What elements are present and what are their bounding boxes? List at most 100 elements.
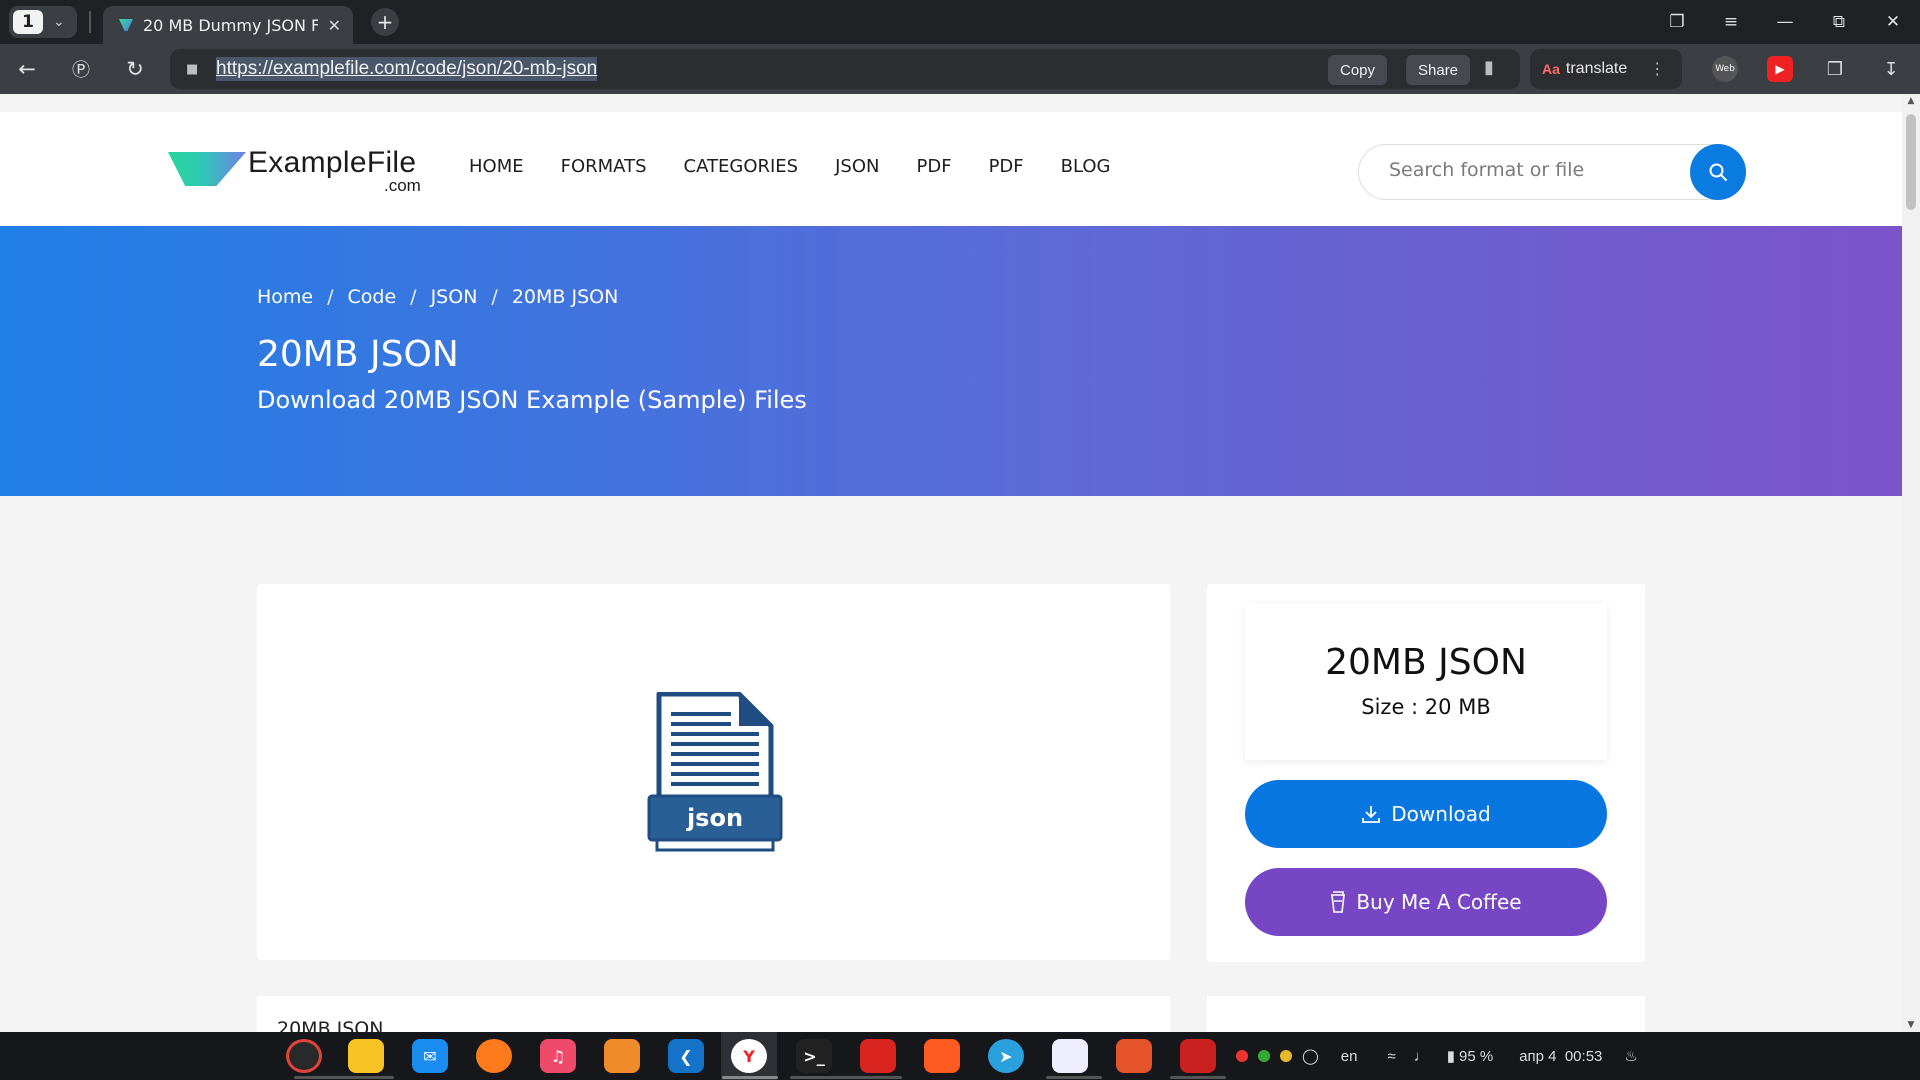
file-manager-app-icon[interactable] [348,1039,384,1073]
volume-icon[interactable]: ♩ [1414,1048,1429,1065]
nav-pdf[interactable]: PDF [916,156,951,177]
video-extension-icon[interactable]: ▶ [1767,56,1793,82]
more-options-icon[interactable]: ⋮ [1649,59,1665,79]
search-box [1358,144,1746,200]
buy-coffee-button[interactable]: Buy Me A Coffee [1245,868,1607,936]
telegram-app-icon[interactable]: ➤ [988,1039,1024,1073]
nav-blog[interactable]: BLOG [1061,156,1111,177]
os-taskbar: ✉ ♫ ❮ Y >_ ➤ ◯ en ≈ ♩ ▮ 95 % апр 4 00:53… [0,1032,1920,1080]
battery-icon[interactable]: ▮ [1447,1047,1455,1065]
breadcrumb-home[interactable]: Home [257,286,313,308]
yandex-browser-app-icon[interactable]: Y [731,1039,767,1073]
scrollbar-thumb[interactable] [1906,114,1916,210]
main-nav: HOME FORMATS CATEGORIES JSON PDF PDF BLO… [469,156,1111,177]
page-scrollbar[interactable]: ▲ ▼ [1902,94,1920,1032]
notes-app-icon[interactable] [1052,1039,1088,1073]
mail-app-icon[interactable]: ✉ [412,1039,448,1073]
collections-icon[interactable]: ❒ [1822,56,1848,82]
search-icon [1709,163,1727,181]
site-logo[interactable]: ExampleFile .com [168,146,436,195]
url-field[interactable]: ■ https://examplefile.com/code/json/20-m… [170,49,1520,89]
tab-title: 20 MB Dummy JSON Fil [143,15,318,35]
menu-icon[interactable]: ≡ [1704,12,1758,32]
browser-tab-bar: 1 ⌄ 20 MB Dummy JSON Fil ✕ + ❐ ≡ — ⧉ ✕ [0,0,1920,44]
browser-address-bar: ← Ⓟ ↻ ■ https://examplefile.com/code/jso… [0,44,1920,94]
window-controls: ❐ ≡ — ⧉ ✕ [1650,0,1920,44]
download-label: Download [1391,802,1491,826]
lock-icon: ■ [186,62,199,77]
tab-count: 1 [13,10,43,34]
breadcrumb-code[interactable]: Code [348,286,397,308]
running-indicator [294,1076,394,1079]
bookmarks-panel-icon[interactable]: ❐ [1650,12,1704,32]
music-app-icon[interactable]: ♫ [540,1039,576,1073]
scroll-up-icon[interactable]: ▲ [1902,96,1920,106]
vscode-app-icon[interactable]: ❮ [668,1039,704,1073]
reload-icon[interactable]: ↻ [108,57,162,81]
scroll-down-icon[interactable]: ▼ [1902,1020,1920,1030]
file-title: 20MB JSON [1325,642,1527,683]
chevron-down-icon: ⌄ [53,14,65,30]
running-indicator [790,1076,902,1079]
tray-sync-icon[interactable]: ◯ [1302,1047,1319,1065]
nav-formats[interactable]: FORMATS [561,156,647,177]
file-size: Size : 20 MB [1361,695,1491,719]
new-tab-button[interactable]: + [371,8,399,36]
presentation-app-icon[interactable] [1116,1039,1152,1073]
breadcrumb-separator: / [327,286,334,308]
database-app-icon[interactable] [1180,1039,1216,1073]
tray-shield-icon[interactable] [1258,1050,1270,1062]
close-window-icon[interactable]: ✕ [1866,12,1920,32]
page-title: 20MB JSON [257,334,459,375]
downloads-icon[interactable]: ↧ [1878,56,1904,82]
browser-tab-active[interactable]: 20 MB Dummy JSON Fil ✕ [103,6,353,44]
share-url-button[interactable]: Share [1406,55,1471,85]
keyboard-layout[interactable]: en [1341,1048,1358,1065]
firefox-app-icon[interactable] [476,1039,512,1073]
site-header: ExampleFile .com HOME FORMATS CATEGORIES… [0,112,1902,226]
breadcrumb-json[interactable]: JSON [431,286,478,308]
pdf-reader-app-icon[interactable] [860,1039,896,1073]
running-indicator [1046,1076,1102,1079]
download-icon [1362,806,1381,823]
nav-pdf-2[interactable]: PDF [989,156,1024,177]
terminal-app-icon[interactable]: >_ [796,1039,832,1073]
notification-bell-icon[interactable]: ♨ [1624,1047,1637,1065]
sublime-app-icon[interactable] [604,1039,640,1073]
download-button[interactable]: Download [1245,780,1607,848]
restore-icon[interactable]: ⧉ [1812,12,1866,32]
nav-home[interactable]: HOME [469,156,524,177]
related-files-card [1207,996,1645,1032]
battery-level: 95 % [1458,1047,1494,1065]
search-input[interactable] [1389,159,1669,181]
page-subtitle: Download 20MB JSON Example (Sample) File… [257,386,807,414]
copy-url-button[interactable]: Copy [1328,55,1388,85]
clock[interactable]: апр 4 00:53 [1519,1048,1602,1065]
breadcrumb-current: 20MB JSON [511,286,619,308]
search-button[interactable] [1690,144,1746,200]
file-info-box: 20MB JSON Size : 20 MB [1245,604,1607,760]
nav-categories[interactable]: CATEGORIES [684,156,799,177]
close-tab-icon[interactable]: ✕ [328,16,341,35]
logo-mark-icon [168,152,246,186]
minimize-icon[interactable]: — [1758,12,1812,32]
translate-label: translate [1565,60,1628,77]
screen-recorder-app-icon[interactable] [286,1039,322,1073]
system-tray: ◯ en ≈ ♩ ▮ 95 % апр 4 00:53 ♨ [1236,1032,1638,1080]
file-description-card: 20MB JSON [257,996,1170,1032]
url-text[interactable]: https://examplefile.com/code/json/20-mb-… [216,57,598,81]
tab-counter-button[interactable]: 1 ⌄ [9,6,77,38]
web-extension-icon[interactable]: Web [1712,56,1738,82]
breadcrumb: Home / Code / JSON / 20MB JSON [257,286,618,308]
tray-app-icon[interactable] [1236,1050,1248,1062]
description-heading: 20MB JSON [277,1018,384,1032]
nav-json[interactable]: JSON [835,156,879,177]
yandex-home-icon[interactable]: Ⓟ [54,56,108,82]
bookmark-icon[interactable]: ▮ [1484,57,1494,78]
back-icon[interactable]: ← [0,57,54,81]
translate-button[interactable]: Aа translate ⋮ [1530,49,1682,89]
brave-app-icon[interactable] [924,1039,960,1073]
wifi-icon[interactable]: ≈ [1387,1048,1395,1065]
logo-suffix: .com [384,176,421,195]
tray-notes-icon[interactable] [1280,1050,1292,1062]
